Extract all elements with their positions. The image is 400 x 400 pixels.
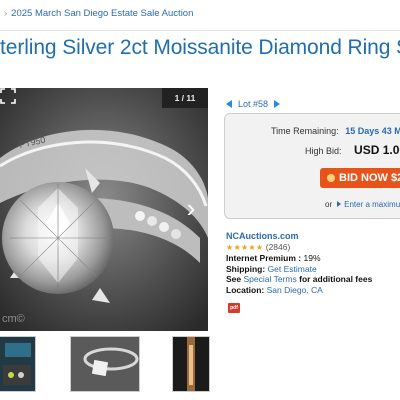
bid-panel: Time Remaining: 15 Days 43 M High Bid: U… [224,113,400,219]
next-lot-icon[interactable] [274,100,281,108]
thumbnail-image [0,337,35,391]
previous-lot-icon[interactable] [226,100,232,108]
thumbnail[interactable] [0,336,36,392]
breadcrumb-separator: › [4,8,8,19]
breadcrumb: › 2025 March San Diego Estate Sale Auctio… [0,8,400,22]
expand-icon[interactable] [0,88,16,104]
internet-premium-value: 19% [303,253,321,263]
high-bid-label: High Bid: [305,146,342,156]
arrow-icon [337,201,342,207]
lot-number[interactable]: Lot #58 [238,99,268,109]
main-photo[interactable]: PT950 1 / 11 › cm© [0,88,208,331]
location-label: Location: [226,284,265,295]
high-bid-value: USD 1.00 [354,143,400,157]
special-terms-suffix: for additional fees [299,274,373,284]
thumbnail-image [71,337,139,391]
max-bid-link[interactable]: Enter a maximum [344,200,400,209]
shipping-label: Shipping: [226,263,266,274]
ring-image: PT950 [0,88,208,331]
header-divider [0,30,400,31]
internet-premium-label: Internet Premium : [226,253,302,263]
bid-now-button[interactable]: BID NOW $2 [320,168,400,188]
thumbnail-strip [0,336,400,392]
see-label: See [226,274,242,284]
next-photo-icon[interactable]: › [180,193,202,223]
seller-info: NCAuctions.com ★★★★★ (2846) Internet Pre… [226,231,400,295]
page-title: terling Silver 2ct Moissanite Diamond Ri… [0,36,400,59]
time-remaining-row: Time Remaining: 15 Days 43 M [271,126,400,136]
thumbnail-image [173,337,209,391]
pdf-icon[interactable]: pdf [228,303,240,313]
rating-count[interactable]: (2846) [266,242,291,252]
or-label: or [325,200,333,209]
gavel-icon [327,174,335,182]
rating-stars-icon: ★★★★★ [226,242,264,252]
location-value: San Diego, CA [266,284,323,295]
time-remaining-value: 15 Days 43 M [345,126,400,136]
seller-site-link[interactable]: NCAuctions.com [226,231,299,241]
photo-counter: 1 / 11 [162,88,208,108]
max-bid-row: or Enter a maximum [325,200,400,209]
watermark: cm© [2,313,25,325]
breadcrumb-item-auction[interactable]: 2025 March San Diego Estate Sale Auction [11,8,193,19]
special-terms-link[interactable]: Special Terms [244,274,297,284]
high-bid-row: High Bid: USD 1.00 [305,143,400,157]
time-remaining-label: Time Remaining: [271,126,339,136]
bid-now-label: BID NOW $2 [339,172,400,184]
thumbnail[interactable] [70,336,140,392]
thumbnail[interactable] [172,336,210,392]
lot-navigation: Lot #58 [226,99,281,111]
shipping-estimate-link[interactable]: Get Estimate [268,264,317,274]
